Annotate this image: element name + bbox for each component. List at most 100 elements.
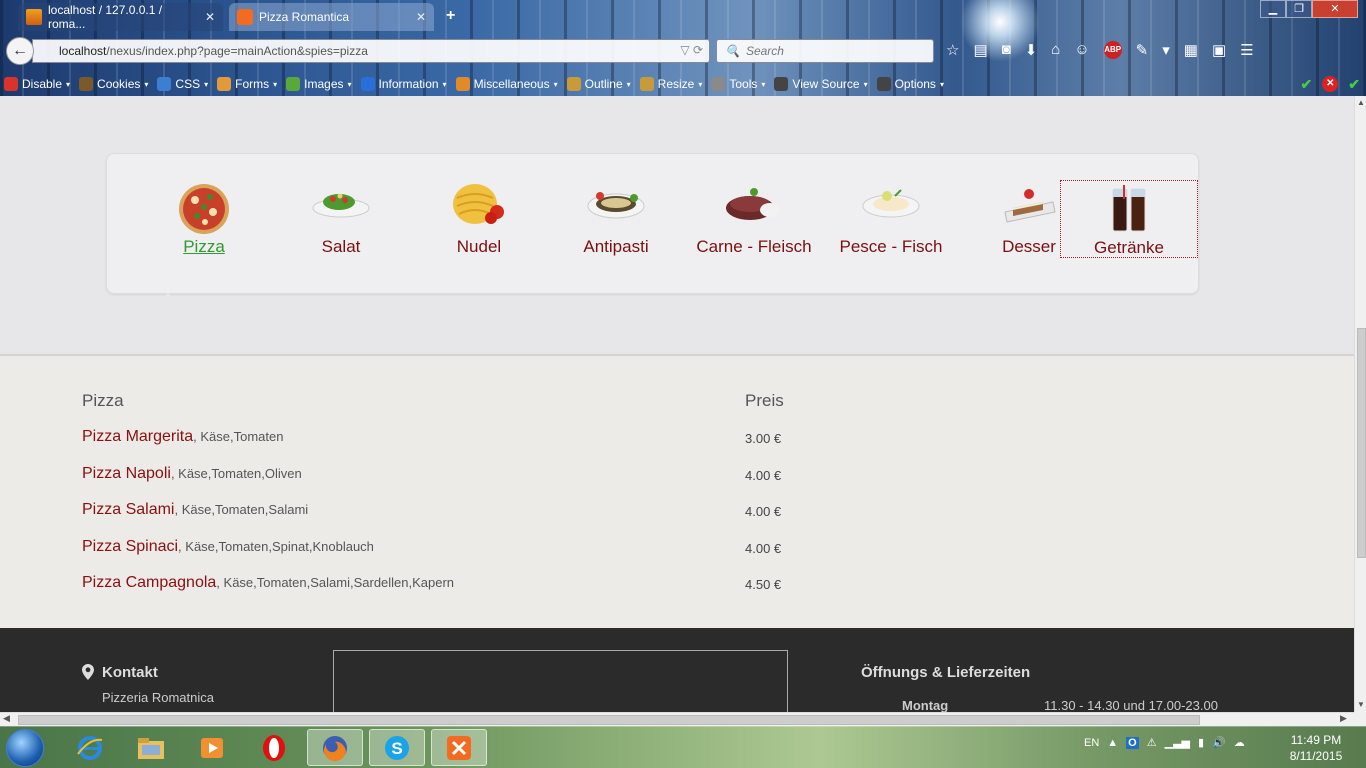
category-pesce[interactable]: Pesce - Fisch [822, 180, 960, 258]
clock[interactable]: 11:49 PM 8/11/2015 [1284, 732, 1348, 764]
scroll-down-icon[interactable]: ▼ [1357, 700, 1365, 709]
network-error-icon[interactable]: ⚠ [1147, 736, 1157, 749]
devbar-outline[interactable]: Outline ▾ [566, 77, 631, 91]
category-carne[interactable]: Carne - Fleisch [685, 180, 823, 258]
volume-icon[interactable]: 🔊 [1212, 736, 1226, 749]
tab-close-icon[interactable]: ✕ [205, 10, 215, 24]
tray-expand-icon[interactable]: ▲ [1107, 737, 1118, 749]
menu-item-ingredients: , Käse,Tomaten,Oliven [170, 465, 302, 481]
category-nudel[interactable]: Nudel [410, 180, 548, 258]
devbar-css[interactable]: CSS ▾ [157, 77, 208, 91]
category-label: Nudel [456, 237, 502, 256]
salad-icon [311, 182, 371, 227]
devbar-view-source[interactable]: View Source ▾ [774, 77, 868, 91]
devbar-cookies[interactable]: Cookies ▾ [79, 77, 148, 91]
back-arrow-icon: ← [12, 42, 28, 59]
url-bar[interactable]: localhost/nexus/index.php?page=mainActio… [32, 39, 710, 63]
file-explorer-icon[interactable] [123, 729, 179, 766]
css-icon [157, 77, 172, 91]
category-band: Pizza Salat Nudel Antipasti Carne - Fleisch P… [0, 96, 1354, 356]
language-indicator[interactable]: EN [1084, 737, 1099, 749]
minimize-button[interactable]: ▁ [1260, 0, 1286, 18]
category-pizza[interactable]: Pizza [135, 180, 273, 258]
dropdown-arrow-icon: ▾ [66, 79, 71, 89]
menu-item-price: 4.00 € [745, 467, 782, 483]
devbar-forms[interactable]: Forms ▾ [217, 77, 277, 91]
tab-phpmyadmin[interactable]: localhost / 127.0.0.1 / roma... ✕ [18, 3, 223, 31]
devbar-label: Miscellaneous [473, 77, 550, 91]
xampp-icon[interactable] [431, 729, 487, 766]
scroll-left-icon[interactable]: ◀ [3, 713, 10, 724]
new-tab-button[interactable]: + [446, 7, 455, 25]
firefox-icon[interactable] [307, 729, 363, 766]
devbar-information[interactable]: Information ▾ [360, 77, 447, 91]
devbar-miscellaneous[interactable]: Miscellaneous ▾ [455, 77, 558, 91]
signal-icon[interactable]: ▁▃▅ [1165, 736, 1190, 749]
reading-list-icon[interactable]: ▤ [973, 41, 987, 59]
options-icon [876, 77, 891, 91]
map-frame[interactable] [333, 650, 788, 712]
battery-icon[interactable]: ▮ [1198, 736, 1204, 749]
vertical-scrollbar[interactable]: ▲ ▼ [1354, 96, 1366, 712]
outlook-icon[interactable]: O [1126, 736, 1139, 749]
tool-icon[interactable]: ✎ [1136, 41, 1149, 59]
category-label: Pizza [183, 237, 225, 256]
browser-chrome: localhost / 127.0.0.1 / roma... ✕ Pizza … [0, 0, 1366, 96]
internet-explorer-icon[interactable] [62, 729, 118, 766]
check-icon[interactable]: ✔ [1348, 76, 1360, 93]
start-button[interactable] [6, 729, 44, 767]
contact-name: Pizzeria Romatnica [102, 690, 214, 705]
check-icon[interactable]: ✔ [1301, 76, 1313, 93]
devbar-disable[interactable]: Disable ▾ [4, 77, 70, 91]
skype-icon[interactable]: S [369, 729, 425, 766]
extension-icon[interactable]: ▦ [1184, 41, 1198, 59]
vertical-scroll-thumb[interactable] [1357, 328, 1366, 558]
error-icon[interactable]: ✕ [1322, 76, 1339, 92]
devbar-label: Cookies [97, 77, 141, 91]
toolbar-icons: ☆ ▤ ◙ ⬇ ⌂ ☺ ABP ✎ ▾ ▦ ▣ ☰ [946, 41, 1254, 59]
menu-icon[interactable]: ☰ [1240, 41, 1253, 59]
dropdown-arrow-icon: ▾ [273, 79, 278, 89]
cookies-icon [79, 77, 94, 91]
tab-pizza-romantica[interactable]: Pizza Romantica ✕ [229, 3, 434, 31]
category-label: Salat [321, 237, 361, 256]
web-developer-toolbar: Disable ▾ Cookies ▾ CSS ▾ Forms ▾ Images ▾ Informa… [0, 73, 1366, 95]
smiley-icon[interactable]: ☺ [1074, 41, 1089, 59]
menu-item: Pizza Salami, Käse,Tomaten,Salami [82, 501, 308, 521]
maximize-button[interactable]: ❐ [1286, 0, 1312, 18]
clock-time: 11:49 PM [1290, 733, 1342, 747]
back-button[interactable]: ← [6, 37, 34, 65]
adblock-icon[interactable]: ABP [1103, 41, 1122, 59]
dropdown-icon[interactable]: ▾ [1162, 41, 1170, 59]
cloud-icon[interactable]: ☁ [1234, 736, 1245, 749]
horizontal-scrollbar[interactable]: ◀ ▶ [0, 712, 1354, 726]
devbar-label: Images [304, 77, 344, 91]
media-player-icon[interactable] [184, 729, 240, 766]
home-icon[interactable]: ⌂ [1051, 41, 1060, 59]
dropdown-arrow-icon: ▾ [626, 79, 631, 89]
category-label: Getränke [1094, 238, 1164, 257]
bookmark-star-icon[interactable]: ☆ [946, 41, 959, 59]
pocket-icon[interactable]: ◙ [1002, 41, 1011, 59]
menu-item-price: 4.50 € [745, 577, 782, 592]
reload-icon[interactable]: ▽ ⟳ [680, 43, 703, 57]
youtube-icon[interactable]: ▣ [1212, 41, 1226, 59]
search-input[interactable]: 🔍 Search [716, 39, 934, 63]
horizontal-scroll-thumb[interactable] [18, 715, 1200, 725]
devbar-resize[interactable]: Resize ▾ [639, 77, 702, 91]
tab-close-icon[interactable]: ✕ [416, 10, 426, 24]
close-window-button[interactable]: ✕ [1312, 0, 1358, 18]
scroll-up-icon[interactable]: ▲ [1357, 98, 1365, 107]
noodles-icon [449, 182, 509, 233]
hours-title: Öffnungs & Lieferzeiten [861, 664, 1031, 681]
clock-date: 8/11/2015 [1289, 749, 1343, 763]
devbar-options[interactable]: Options ▾ [876, 77, 944, 91]
category-getränke[interactable]: Getränke [1060, 180, 1198, 258]
category-salat[interactable]: Salat [272, 180, 410, 258]
category-antipasti[interactable]: Antipasti [547, 180, 685, 258]
devbar-tools[interactable]: Tools ▾ [711, 77, 765, 91]
download-icon[interactable]: ⬇ [1025, 41, 1038, 59]
scroll-right-icon[interactable]: ▶ [1340, 713, 1347, 724]
opera-icon[interactable] [246, 729, 302, 766]
devbar-images[interactable]: Images ▾ [286, 77, 352, 91]
